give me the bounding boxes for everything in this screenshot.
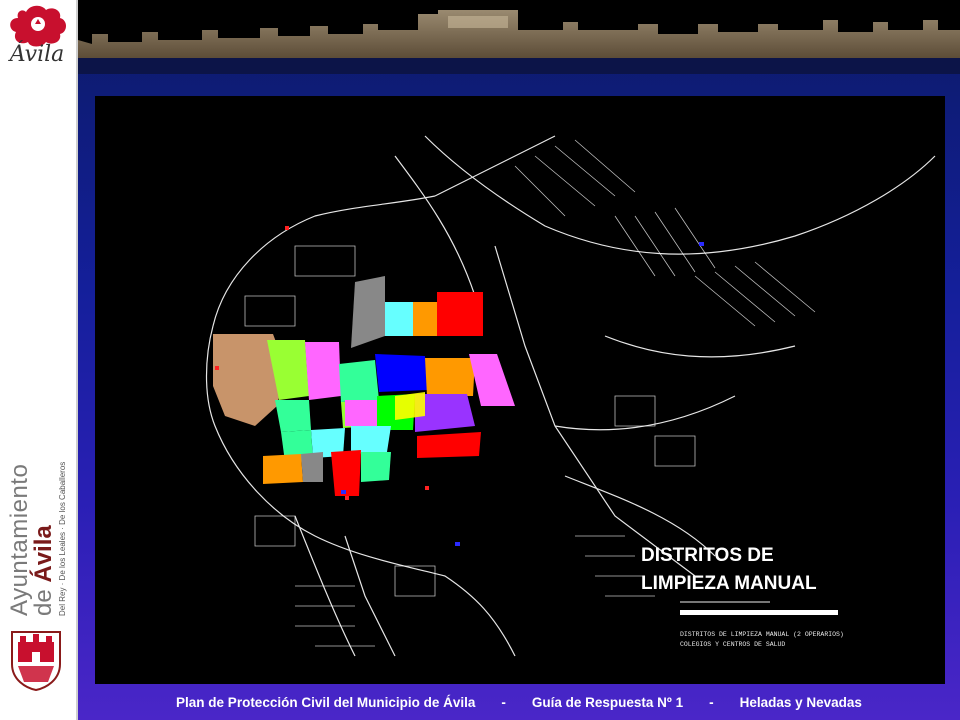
footer: Plan de Protección Civil del Municipio d…	[78, 690, 960, 714]
legend-text-schools: COLEGIOS Y CENTROS DE SALUD	[680, 641, 786, 648]
footer-guide-title: Guía de Respuesta Nº 1	[531, 694, 684, 710]
logo-text: Ávila	[9, 42, 65, 67]
sidebar: Ávila Ayuntamiento de Ávila Del Rey · De…	[0, 0, 78, 720]
vertical-title-city-name: Ávila	[30, 525, 57, 583]
footer-topic: Heladas y Nevadas	[739, 694, 862, 710]
coat-of-arms-icon	[11, 631, 61, 692]
vertical-title-city: de Ávila	[30, 525, 58, 616]
vertical-title-prefix: de	[30, 582, 57, 616]
footer-plan-title: Plan de Protección Civil del Municipio d…	[176, 694, 476, 710]
map-title-line2: LIMPIEZA MANUAL	[641, 573, 817, 594]
legend-text-districts: DISTRITOS DE LIMPIEZA MANUAL (2 OPERARIO…	[680, 631, 844, 638]
legend-bar	[680, 610, 838, 615]
city-map-panel: DISTRITOS DE LIMPIEZA MANUAL DISTRITOS D…	[95, 96, 945, 684]
map-title: DISTRITOS DE LIMPIEZA MANUAL	[641, 542, 881, 598]
footer-separator: -	[501, 694, 506, 710]
vertical-tagline: Del Rey · De los Leales · De los Caballe…	[58, 461, 67, 616]
footer-separator: -	[709, 694, 714, 710]
legend-scale-line	[680, 601, 770, 603]
map-title-line1: DISTRITOS DE	[641, 545, 774, 566]
city-walls-banner	[78, 0, 960, 74]
